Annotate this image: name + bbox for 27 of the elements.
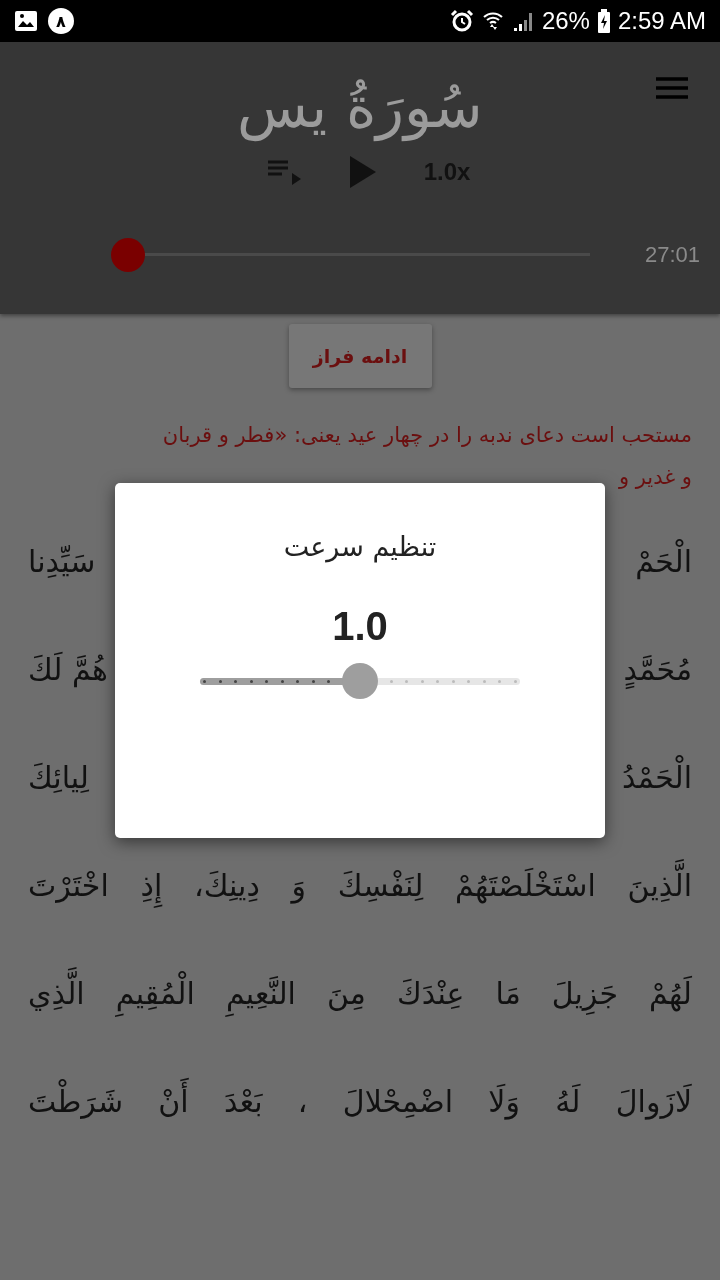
dialog-title: تنظیم سرعت	[283, 531, 437, 562]
intro-text: مستحب است دعای ندبه را در چهار عید یعنی: «فطر و قربان	[162, 422, 692, 449]
surah-title: سُورَةُ يس	[237, 72, 483, 144]
image-icon	[14, 10, 38, 32]
verse-text: الْحَمْدُ	[622, 746, 692, 810]
notification-badge: ٨	[48, 8, 74, 34]
battery-percent: 26%	[541, 7, 590, 35]
wifi-icon	[481, 10, 504, 32]
clock-time: 2:59 AM	[617, 7, 706, 35]
verse-text: مُحَمَّدٍ	[623, 651, 692, 691]
speed-value: 1.0	[332, 604, 388, 649]
alarm-clock-icon	[449, 9, 474, 33]
verse-text: سَيِّدِنا	[28, 543, 96, 581]
signal-icon	[511, 10, 534, 32]
verse-text: لِيائِكَ	[28, 759, 89, 797]
verse-line: لَازَوالَ لَهُ وَلَا اضْمِحْلالَ ، بَعْدَ أَنْ شَرَطْتَ	[28, 1070, 692, 1134]
verse-text: الْحَمْ	[635, 530, 692, 594]
verse-line: لَهُمْ جَزِيلَ مَا عِنْدَكَ مِنَ النَّعِيمِ الْمُقِيمِ الَّذِي	[28, 962, 692, 1026]
verse-text: هُمَّ لَكَ	[28, 651, 108, 690]
playlist-icon[interactable]	[267, 159, 302, 185]
menu-icon[interactable]	[656, 77, 688, 99]
duration-label: 27:01	[644, 242, 700, 268]
verse-line: الَّذِينَ اسْتَخْلَصْتَهُمْ لِنَفْسِكَ وَ دِينِكَ، إِذِ اخْتَرْتَ	[28, 854, 692, 918]
battery-icon	[597, 9, 610, 33]
intro-text: و غدیر و	[618, 464, 692, 491]
continue-button[interactable]: ادامه فراز	[288, 324, 432, 388]
play-icon[interactable]	[349, 156, 376, 188]
